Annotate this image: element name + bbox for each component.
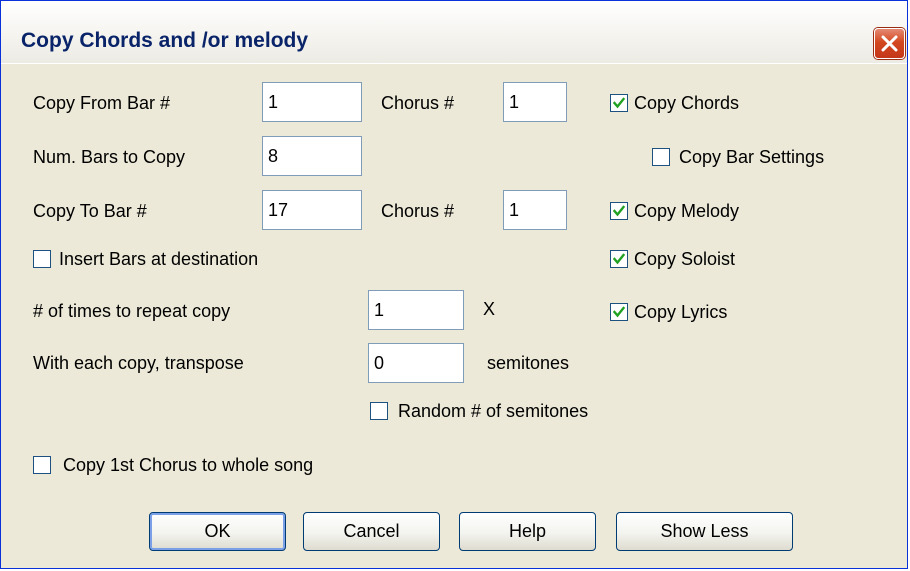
copy-soloist-checkbox[interactable] — [610, 250, 628, 268]
close-button[interactable] — [874, 28, 905, 59]
copy-to-chorus-input[interactable]: 1 — [503, 190, 567, 230]
copy-to-bar-label: Copy To Bar # — [33, 201, 147, 221]
num-bars-input[interactable]: 8 — [262, 136, 362, 176]
transpose-input[interactable]: 0 — [368, 343, 464, 383]
repeat-times-label: # of times to repeat copy — [33, 301, 231, 321]
repeat-times-suffix: X — [483, 299, 496, 319]
copy-to-chorus-label: Chorus # — [381, 201, 455, 221]
copy-first-chorus-checkbox[interactable] — [33, 456, 51, 474]
dialog-body: Copy From Bar # 1 Chorus # 1 Copy Chords… — [1, 63, 907, 568]
random-semitones-label[interactable]: Random # of semitones — [398, 400, 588, 422]
copy-to-bar-input[interactable]: 17 — [262, 190, 362, 230]
checkmark-icon — [613, 205, 625, 217]
copy-first-chorus-label[interactable]: Copy 1st Chorus to whole song — [63, 454, 313, 476]
cancel-button[interactable]: Cancel — [303, 512, 440, 551]
copy-bar-settings-label[interactable]: Copy Bar Settings — [679, 146, 824, 168]
copy-from-chorus-label: Chorus # — [381, 93, 455, 113]
copy-chords-checkbox[interactable] — [610, 94, 628, 112]
random-semitones-checkbox[interactable] — [370, 402, 388, 420]
copy-lyrics-label[interactable]: Copy Lyrics — [634, 301, 727, 323]
ok-button[interactable]: OK — [149, 512, 286, 551]
copy-bar-settings-checkbox[interactable] — [652, 148, 670, 166]
help-button[interactable]: Help — [459, 512, 596, 551]
copy-chords-label[interactable]: Copy Chords — [634, 92, 739, 114]
copy-from-chorus-input[interactable]: 1 — [503, 82, 567, 122]
checkmark-icon — [613, 306, 625, 318]
copy-from-bar-label: Copy From Bar # — [33, 93, 171, 113]
copy-from-bar-input[interactable]: 1 — [262, 82, 362, 122]
transpose-label: With each copy, transpose — [33, 353, 244, 373]
transpose-suffix: semitones — [487, 353, 570, 373]
copy-soloist-label[interactable]: Copy Soloist — [634, 248, 735, 270]
cancel-button-label: Cancel — [343, 521, 400, 541]
num-bars-label: Num. Bars to Copy — [33, 147, 186, 167]
dialog-title: Copy Chords and /or melody — [21, 29, 309, 52]
copy-lyrics-checkbox[interactable] — [610, 303, 628, 321]
insert-bars-label[interactable]: Insert Bars at destination — [59, 248, 258, 270]
help-button-label: Help — [508, 521, 547, 541]
checkmark-icon — [613, 253, 625, 265]
title-bar[interactable]: Copy Chords and /or melody — [1, 1, 907, 64]
checkmark-icon — [613, 97, 625, 109]
repeat-times-input[interactable]: 1 — [368, 290, 464, 330]
copy-chords-dialog: Copy Chords and /or melody Copy From Bar… — [0, 0, 908, 569]
show-less-button[interactable]: Show Less — [616, 512, 793, 551]
insert-bars-checkbox[interactable] — [33, 250, 51, 268]
show-less-button-label: Show Less — [660, 521, 749, 541]
copy-melody-label[interactable]: Copy Melody — [634, 200, 739, 222]
copy-melody-checkbox[interactable] — [610, 202, 628, 220]
ok-button-label: OK — [204, 521, 231, 541]
